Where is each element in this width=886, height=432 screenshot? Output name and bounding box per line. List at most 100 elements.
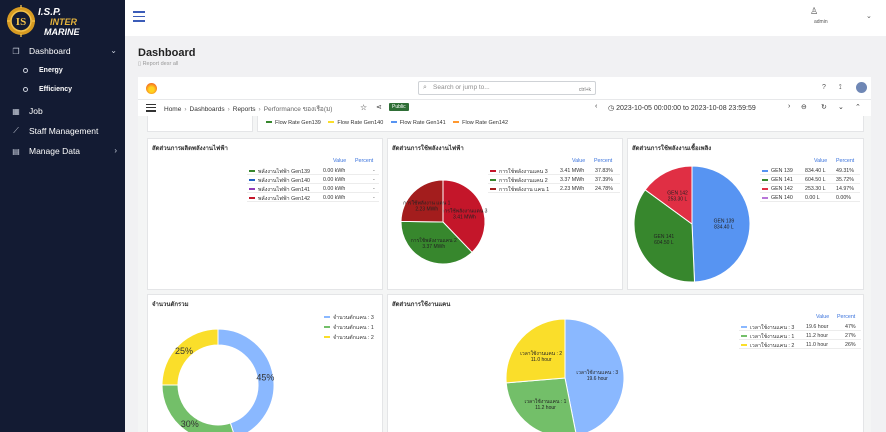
legend-item[interactable]: Flow Rate Gen140 xyxy=(337,120,383,126)
search-input[interactable]: ⌕ Search or jump to... ctrl+k xyxy=(418,81,596,95)
sidebar-item-label: Energy xyxy=(39,67,63,74)
public-badge: Public xyxy=(389,103,409,111)
total-scoops-panel: จำนวนตักรวม 45% 30% 25% จำนวนตักแคน : 3 จำ… xyxy=(147,294,383,432)
star-icon[interactable]: ☆ xyxy=(360,103,367,112)
refresh-interval-chevron-icon[interactable]: ⌄ xyxy=(838,103,844,111)
help-icon[interactable]: ? xyxy=(822,84,826,91)
flow-rate-panel-partial: Flow Rate Gen139 Flow Rate Gen140 Flow R… xyxy=(257,116,864,132)
page-subtitle: ▯ Report desr all xyxy=(138,61,179,67)
legend-value: 3.37 MWh xyxy=(560,177,585,183)
panel-title: สัดส่วนการใช้พลังงานเชื้อเพลิง xyxy=(632,146,712,152)
share-icon[interactable]: ⋖ xyxy=(376,103,382,111)
legend-table: Value Percent GEN 139 834.40 L 49.31% GEN … xyxy=(760,158,860,203)
legend-value: 3.41 MWh xyxy=(560,168,585,174)
legend-row[interactable]: การใช้พลังงาน แคน 1 2.23 MWh 24.78% xyxy=(488,185,620,193)
time-range-picker[interactable]: ◷ 2023-10-05 00:00:00 to 2023-10-08 23:5… xyxy=(608,104,756,112)
legend-row[interactable]: จำนวนตักแคน : 2 xyxy=(322,333,382,341)
panel-title: สัดส่วนการใช้พลังงานไฟฟ้า xyxy=(392,146,464,152)
breadcrumb-reports[interactable]: Reports xyxy=(233,106,256,113)
legend-row[interactable]: GEN 142 253.30 L 14.97% xyxy=(760,185,860,193)
legend-name: เวลาใช้งานแคน : 3 xyxy=(750,325,795,331)
legend-item[interactable]: Flow Rate Gen139 xyxy=(275,120,321,126)
sidebar-item-staff-management[interactable]: ⟋ Staff Management xyxy=(0,121,125,141)
chevron-left-icon[interactable]: ‹ xyxy=(595,103,597,110)
sidebar-item-dashboard[interactable]: ❐ Dashboard ⌄ xyxy=(0,41,125,61)
legend-row[interactable]: GEN 139 834.40 L 49.31% xyxy=(760,167,860,175)
percent-header[interactable]: Percent xyxy=(355,158,373,164)
legend-row[interactable]: การใช้พลังงานแคน 2 3.37 MWh 37.39% xyxy=(488,176,620,184)
chevron-down-icon[interactable]: ⌄ xyxy=(866,12,872,20)
legend-row[interactable]: เวลาใช้งานแคน : 3 19.6 hour 47% xyxy=(739,323,861,331)
dashboard-icon: ❐ xyxy=(12,46,20,56)
legend-name: การใช้พลังงานแคน 2 xyxy=(499,178,548,184)
legend-percent: 27% xyxy=(845,333,856,339)
legend-row[interactable]: การใช้พลังงานแคน 3 3.41 MWh 37.83% xyxy=(488,167,620,175)
percent-header[interactable]: Percent xyxy=(836,158,854,164)
legend-row[interactable]: พลังงานไฟฟ้า Gen140 0.00 kWh - xyxy=(247,176,379,184)
value-header[interactable]: Value xyxy=(333,158,346,164)
clock-icon: ◷ xyxy=(608,105,615,112)
legend-row[interactable]: พลังงานไฟฟ้า Gen141 0.00 kWh - xyxy=(247,185,379,193)
legend-name: เวลาใช้งานแคน : 1 xyxy=(750,334,795,340)
grafana-embed: ⌕ Search or jump to... ctrl+k ? ⟟ Home › D… xyxy=(138,77,871,432)
wrench-icon: ⟋ xyxy=(13,126,19,135)
sidebar-item-label: Job xyxy=(29,106,43,116)
pie-slice[interactable] xyxy=(161,328,219,386)
search-icon: ⌕ xyxy=(423,84,427,91)
grafana-logo-icon[interactable] xyxy=(146,83,157,94)
legend-value: 0.00 kWh xyxy=(323,177,346,183)
rss-icon[interactable]: ⟟ xyxy=(839,84,842,92)
chevron-down-icon: ⌄ xyxy=(110,46,117,55)
legend-item[interactable]: Flow Rate Gen142 xyxy=(462,120,508,126)
refresh-icon[interactable]: ↻ xyxy=(821,103,827,111)
legend-name: พลังงานไฟฟ้า Gen139 xyxy=(258,169,310,175)
legend-row[interactable]: เวลาใช้งานแคน : 2 11.0 hour 26% xyxy=(739,341,861,349)
legend-row[interactable]: จำนวนตักแคน : 3 xyxy=(322,313,382,321)
legend-row[interactable]: GEN 141 604.50 L 35.72% xyxy=(760,176,860,184)
legend-percent: 0.00% xyxy=(836,195,852,201)
chevron-right-icon[interactable]: › xyxy=(788,103,790,110)
legend-name: จำนวนตักแคน : 3 xyxy=(333,315,374,321)
value-header[interactable]: Value xyxy=(814,158,827,164)
value-header[interactable]: Value xyxy=(816,314,829,320)
legend-row[interactable]: พลังงานไฟฟ้า Gen142 0.00 kWh - xyxy=(247,194,379,202)
sidebar-item-efficiency[interactable]: Efficiency xyxy=(0,80,125,99)
avatar[interactable] xyxy=(856,82,867,93)
legend-name: เวลาใช้งานแคน : 2 xyxy=(750,343,795,349)
legend-row[interactable]: จำนวนตักแคน : 1 xyxy=(322,323,382,331)
menu-icon[interactable] xyxy=(146,104,156,114)
percent-header[interactable]: Percent xyxy=(594,158,612,164)
legend-percent: 37.83% xyxy=(595,168,613,174)
time-range-label: 2023-10-05 00:00:00 to 2023-10-08 23:59:… xyxy=(616,105,756,112)
book-icon: ▤ xyxy=(12,146,20,156)
legend-value: 604.50 L xyxy=(805,177,826,183)
collapse-icon[interactable]: ⌃ xyxy=(855,103,861,111)
legend-row[interactable]: GEN 140 0.00 L 0.00% xyxy=(760,194,860,202)
user-icon: ♙ xyxy=(810,6,819,16)
sidebar-item-job[interactable]: ▦ Job xyxy=(0,101,125,121)
legend-row[interactable]: เวลาใช้งานแคน : 1 11.2 hour 27% xyxy=(739,332,861,340)
value-header[interactable]: Value xyxy=(572,158,585,164)
svg-text:IS: IS xyxy=(16,16,26,28)
breadcrumb: Home › Dashboards › Reports › Performance ของเ… xyxy=(164,106,333,113)
sidebar-item-manage-data[interactable]: ▤ Manage Data › xyxy=(0,141,125,161)
percent-header[interactable]: Percent xyxy=(837,314,855,320)
breadcrumb-dashboards[interactable]: Dashboards xyxy=(190,106,225,113)
menu-toggle-icon[interactable] xyxy=(133,11,145,23)
svg-text:INTER: INTER xyxy=(50,17,78,27)
legend-item[interactable]: Flow Rate Gen141 xyxy=(400,120,446,126)
zoom-out-icon[interactable]: ⊖ xyxy=(801,103,807,111)
crane-usage-pie-chart: เวลาใช้งานแคน : 3 19.6 hourเวลาใช้งานแคน … xyxy=(505,318,625,432)
legend-name: พลังงานไฟฟ้า Gen140 xyxy=(258,178,310,184)
breadcrumb-home[interactable]: Home xyxy=(164,106,181,113)
slice-label: 25% xyxy=(175,346,193,356)
legend-table: Value Percent พลังงานไฟฟ้า Gen139 0.00 kW… xyxy=(247,158,379,203)
sidebar-item-energy[interactable]: Energy xyxy=(0,61,125,80)
legend-percent: - xyxy=(373,168,375,174)
legend-row[interactable]: พลังงานไฟฟ้า Gen139 0.00 kWh - xyxy=(247,167,379,175)
sidebar-item-label: Dashboard xyxy=(29,46,71,56)
legend-percent: 14.97% xyxy=(836,186,854,192)
top-header: ♙ admin ⌄ xyxy=(125,0,886,36)
slice-label: GEN 142 253.30 L xyxy=(667,191,688,203)
company-logo[interactable]: IS I.S.P. INTER MARINE xyxy=(6,4,121,38)
